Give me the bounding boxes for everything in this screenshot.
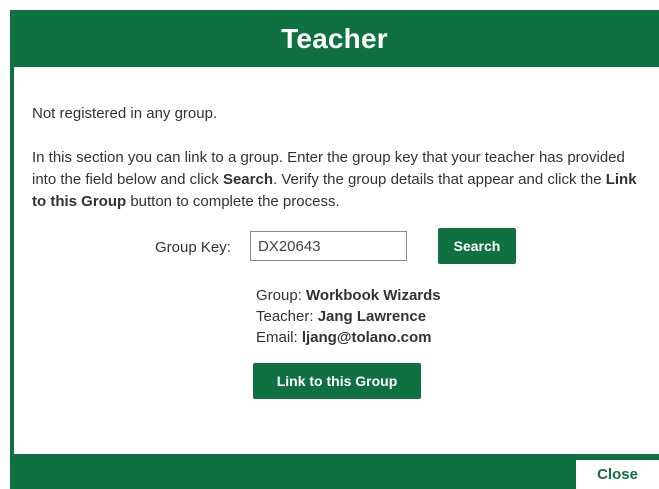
- teacher-email-value: ljang@tolano.com: [301, 329, 432, 346]
- registration-status: Not registered in any group.: [32, 105, 218, 122]
- dialog-title: Teacher: [281, 22, 388, 54]
- instructions-search-word: Search: [222, 171, 273, 188]
- instructions-part-3: button to complete the process.: [126, 193, 340, 210]
- teacher-name-value: Jang Lawrence: [317, 308, 427, 325]
- instructions-text: In this section you can link to a group.…: [32, 147, 647, 213]
- search-button[interactable]: Search: [438, 228, 516, 264]
- group-name-row: Group: Workbook Wizards: [256, 285, 441, 306]
- group-name-value: Workbook Wizards: [306, 287, 441, 304]
- teacher-name-row: Teacher: Jang Lawrence: [256, 306, 441, 327]
- instructions-part-2: . Verify the group details that appear a…: [273, 171, 606, 188]
- teacher-name-label: Teacher:: [256, 308, 318, 325]
- group-name-label: Group:: [256, 287, 307, 304]
- close-button[interactable]: Close: [576, 460, 659, 489]
- teacher-dialog: Teacher Not registered in any group. In …: [10, 10, 659, 489]
- dialog-footer: Close: [10, 454, 659, 489]
- group-key-label: Group Key:: [155, 239, 231, 256]
- teacher-email-row: Email: ljang@tolano.com: [256, 327, 441, 348]
- group-details: Group: Workbook Wizards Teacher: Jang La…: [256, 285, 441, 348]
- teacher-email-label: Email:: [256, 329, 302, 346]
- dialog-body: Not registered in any group. In this sec…: [14, 67, 659, 454]
- dialog-header: Teacher: [10, 10, 659, 67]
- group-key-input[interactable]: [250, 231, 407, 261]
- link-to-group-button[interactable]: Link to this Group: [253, 363, 421, 399]
